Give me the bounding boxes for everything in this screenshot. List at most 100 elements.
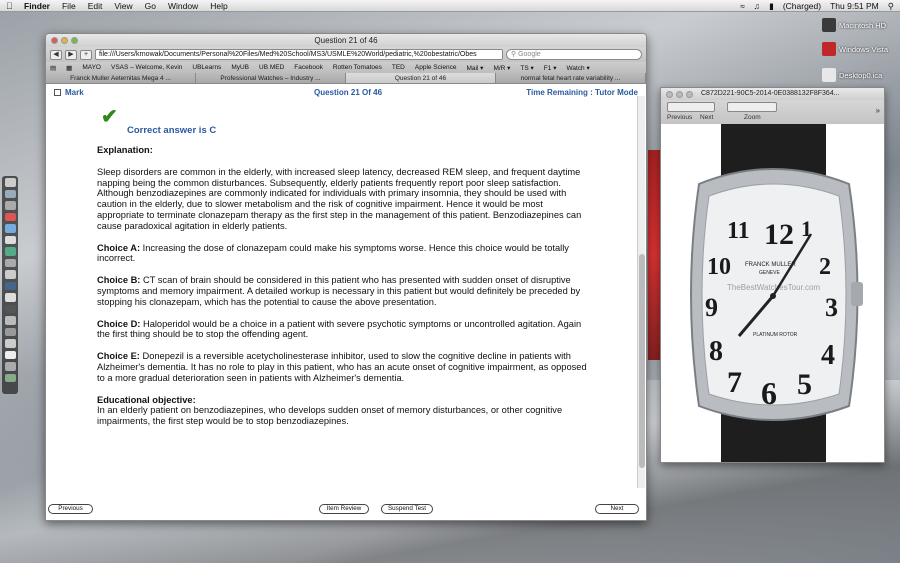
bookmark-facebook[interactable]: Facebook <box>294 64 323 71</box>
address-bar[interactable]: file:///Users/krnowak/Documents/Personal… <box>95 49 503 60</box>
dock <box>2 176 18 394</box>
suspend-test-button[interactable]: Suspend Test <box>381 504 433 514</box>
menu-app-name[interactable]: Finder <box>24 1 50 11</box>
back-button[interactable]: ◀ <box>50 49 62 60</box>
top-sites-icon[interactable]: ▦ <box>66 64 72 72</box>
menu-help[interactable]: Help <box>210 1 227 11</box>
preview-title: C872D221-90C5-2014-0E0388132F8F364... <box>701 90 840 97</box>
numeral-10: 10 <box>707 254 731 280</box>
bookmark-mail[interactable]: Mail ▾ <box>466 64 483 72</box>
dock-app-icon[interactable] <box>4 362 16 371</box>
search-input[interactable]: ⚲ Google <box>506 49 642 60</box>
tab-fetal-heart-rate[interactable]: normal fetal heart rate variability ... <box>496 73 646 83</box>
mark-checkbox[interactable]: Mark <box>54 88 84 97</box>
time-remaining: Time Remaining : Tutor Mode <box>526 88 638 97</box>
previous-button[interactable]: Previous <box>48 504 93 514</box>
dock-app-icon[interactable] <box>4 258 16 267</box>
desktop-icon-macintosh-hd[interactable]: Macintosh HD <box>822 18 897 32</box>
zoom-window-icon[interactable] <box>686 90 693 98</box>
watch-model: PLATINUM ROTOR <box>753 332 798 338</box>
next-label: Next <box>700 114 714 121</box>
dock-app-icon[interactable] <box>4 224 16 233</box>
bookmark-mayo[interactable]: MAYO <box>82 64 101 71</box>
bookmark-apple-science[interactable]: Apple Science <box>415 64 457 71</box>
item-review-button[interactable]: Item Review <box>319 504 369 514</box>
bookmark-ted[interactable]: TED <box>392 64 405 71</box>
apple-menu-icon[interactable]:  <box>6 1 16 11</box>
question-number: Question 21 Of 46 <box>314 88 383 97</box>
dock-app-icon[interactable] <box>4 212 16 221</box>
bookmark-ub-med[interactable]: UB MED <box>259 64 284 71</box>
watch-image: 12 1 2 3 4 5 6 7 8 9 10 11 FRANCK MULLER… <box>661 124 884 462</box>
bookmark-vsas[interactable]: VSAS – Welcome, Kevin <box>111 64 182 71</box>
dock-app-icon[interactable] <box>4 350 16 359</box>
prev-next-control[interactable] <box>667 102 715 112</box>
bookmark-f1[interactable]: F1 ▾ <box>544 64 557 72</box>
zoom-control[interactable] <box>727 102 777 112</box>
window-title: Question 21 of 46 <box>314 36 378 45</box>
close-window-icon[interactable] <box>666 90 673 98</box>
dock-app-icon[interactable] <box>4 189 16 198</box>
volume-icon[interactable]: ♫ <box>754 1 760 11</box>
bookmarks-bar: ▤ ▦ MAYO VSAS – Welcome, Kevin UBLearns … <box>46 62 646 73</box>
minimize-window-icon[interactable] <box>61 37 68 44</box>
menu-go[interactable]: Go <box>145 1 156 11</box>
dock-app-icon[interactable] <box>4 327 16 336</box>
dock-app-icon[interactable] <box>4 339 16 348</box>
menu-clock[interactable]: Thu 9:51 PM <box>830 1 879 11</box>
watch-city: GENEVE <box>759 270 781 276</box>
menu-window[interactable]: Window <box>168 1 198 11</box>
menu-view[interactable]: View <box>114 1 132 11</box>
scrollbar-thumb[interactable] <box>639 254 645 468</box>
bookmark-myub[interactable]: MyUB <box>231 64 249 71</box>
content-scrollbar[interactable] <box>637 96 645 488</box>
navigation-bar: Previous Item Review Suspend Test Next <box>46 500 646 520</box>
minimize-window-icon[interactable] <box>676 90 683 98</box>
dock-app-icon[interactable] <box>4 293 16 302</box>
desktop-icon-windows-vista[interactable]: Windows Vista <box>822 42 897 56</box>
numeral-3: 3 <box>825 293 838 322</box>
dock-app-icon[interactable] <box>4 201 16 210</box>
dock-app-icon[interactable] <box>4 247 16 256</box>
show-bookmarks-icon[interactable]: ▤ <box>50 64 56 72</box>
next-button[interactable]: Next <box>595 504 639 514</box>
tab-question[interactable]: Question 21 of 46 <box>346 73 496 83</box>
desktop-icon-ica-file[interactable]: Desktop0.ica <box>822 68 897 82</box>
bookmark-ublearns[interactable]: UBLearns <box>192 64 221 71</box>
forward-button[interactable]: ▶ <box>65 49 77 60</box>
dock-app-icon[interactable] <box>4 281 16 290</box>
tab-bar: Franck Muller Aeternitas Mega 4 ... Prof… <box>46 73 646 84</box>
dock-app-icon[interactable] <box>4 373 16 382</box>
dock-app-icon[interactable] <box>4 178 16 187</box>
zoom-window-icon[interactable] <box>71 37 78 44</box>
correct-answer-banner: ✔ Correct answer is C <box>97 100 634 136</box>
bookmark-ts[interactable]: TS ▾ <box>520 64 533 72</box>
dock-app-icon[interactable] <box>4 316 16 325</box>
dock-app-icon[interactable] <box>4 304 16 313</box>
menu-edit[interactable]: Edit <box>88 1 103 11</box>
wifi-icon[interactable]: ≈ <box>740 1 745 11</box>
toolbar-overflow-icon[interactable]: » <box>876 106 880 115</box>
document-icon <box>822 68 836 82</box>
bookmark-mr[interactable]: M/R ▾ <box>493 64 510 72</box>
menu-file[interactable]: File <box>62 1 76 11</box>
battery-status[interactable]: (Charged) <box>783 1 821 11</box>
tab-professional-watches[interactable]: Professional Watches – Industry ... <box>196 73 346 83</box>
spotlight-icon[interactable]: ⚲ <box>888 1 894 12</box>
add-bookmark-button[interactable]: + <box>80 49 92 60</box>
battery-icon[interactable]: ▮ <box>769 1 774 12</box>
preview-titlebar[interactable]: C872D221-90C5-2014-0E0388132F8F364... <box>661 88 884 100</box>
window-titlebar[interactable]: Question 21 of 46 <box>46 34 646 47</box>
numeral-2: 2 <box>819 254 831 280</box>
bookmark-rotten-tomatoes[interactable]: Rotten Tomatoes <box>333 64 382 71</box>
choice-e-explanation: Choice E: Donepezil is a reversible acet… <box>97 351 587 383</box>
menu-bar:  Finder File Edit View Go Window Help ≈… <box>0 0 900 12</box>
bookmark-watch[interactable]: Watch ▾ <box>566 64 589 72</box>
checkbox-icon[interactable] <box>54 89 61 96</box>
close-window-icon[interactable] <box>51 37 58 44</box>
correct-answer-text: Correct answer is C <box>127 125 217 136</box>
dock-app-icon[interactable] <box>4 235 16 244</box>
tab-franck-muller[interactable]: Franck Muller Aeternitas Mega 4 ... <box>46 73 196 83</box>
dock-app-icon[interactable] <box>4 270 16 279</box>
browser-toolbar: ◀ ▶ + file:///Users/krnowak/Documents/Pe… <box>46 47 646 62</box>
